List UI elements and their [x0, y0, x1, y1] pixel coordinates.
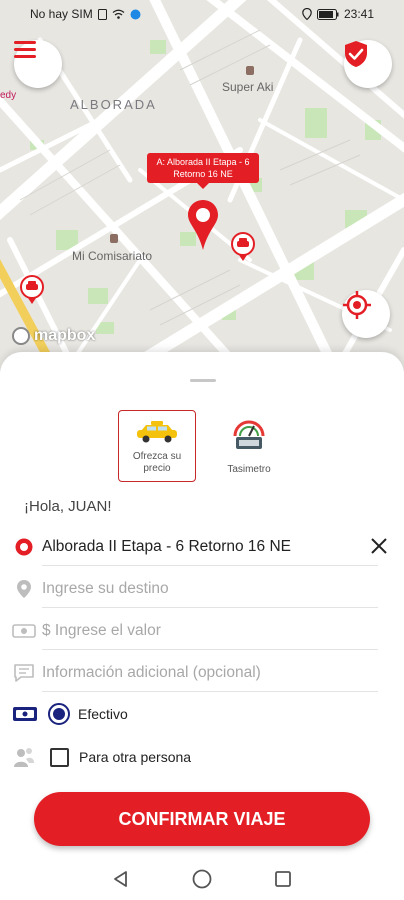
destination-row[interactable]: Ingrese su destino [12, 570, 388, 608]
service-taximeter-label: Tasimetro [227, 464, 271, 475]
money-bill-icon [12, 624, 36, 638]
cash-radio[interactable] [48, 703, 70, 725]
taxi-marker-icon[interactable] [230, 232, 256, 262]
pickup-callout: A: Alborada II Etapa - 6 Retorno 16 NE [147, 153, 259, 189]
status-bar: No hay SIM 23:41 [0, 0, 404, 28]
drag-handle[interactable] [190, 379, 216, 382]
location-icon [302, 8, 312, 20]
map-area-label: ALBORADA [70, 97, 157, 112]
menu-button[interactable] [14, 40, 62, 88]
pickup-pin-icon[interactable] [186, 198, 220, 252]
trip-request-sheet: Ofrezca su precio Tasimetro ¡Hola, JUAN!… [0, 352, 404, 900]
greeting: ¡Hola, JUAN! [24, 498, 112, 515]
taximeter-icon [233, 420, 265, 449]
carrier-label: No hay SIM [30, 7, 93, 21]
taxi-car-icon [137, 421, 177, 443]
system-navbar [0, 858, 404, 900]
police-poi-icon [110, 234, 118, 243]
hamburger-icon [14, 41, 36, 58]
map-store-label: Super Aki [222, 80, 274, 94]
my-location-button[interactable] [342, 290, 390, 338]
mapbox-logo-icon [12, 327, 30, 345]
taxi-marker-icon[interactable] [19, 275, 45, 305]
other-person-option[interactable]: Para otra persona [12, 745, 191, 769]
back-icon[interactable] [111, 869, 131, 889]
home-icon[interactable] [191, 868, 213, 890]
other-person-checkbox[interactable] [50, 747, 69, 767]
service-offer-label: Ofrezca su precio [132, 451, 182, 474]
clock: 23:41 [343, 7, 374, 21]
destination-input[interactable]: Ingrese su destino [42, 570, 378, 608]
sim-icon [97, 8, 107, 20]
battery-icon [316, 8, 339, 20]
app-notification-icon [130, 9, 141, 19]
other-person-label: Para otra persona [79, 749, 192, 765]
crosshair-icon [343, 291, 371, 319]
clear-origin-icon[interactable] [370, 537, 388, 555]
mapbox-attribution: mapbox [12, 327, 95, 345]
origin-field[interactable]: Alborada II Etapa - 6 Retorno 16 NE [42, 528, 378, 566]
price-input[interactable]: $ Ingrese el valor [42, 612, 378, 650]
service-offer-price[interactable]: Ofrezca su precio [118, 410, 196, 482]
map-edge-label: edy [0, 90, 17, 101]
security-button[interactable] [344, 40, 392, 88]
map-view[interactable]: ALBORADA Super Aki Mi Comisariato edy A:… [0, 0, 404, 372]
price-row[interactable]: $ Ingrese el valor [12, 612, 388, 650]
comment-icon [14, 664, 34, 682]
confirm-trip-button[interactable]: CONFIRMAR VIAJE [34, 792, 370, 846]
store-poi-icon [246, 66, 254, 75]
shield-check-icon [345, 41, 367, 67]
payment-cash-option[interactable]: Efectivo [12, 703, 128, 725]
recents-icon[interactable] [273, 869, 293, 889]
service-taximeter[interactable]: Tasimetro [210, 410, 288, 482]
wifi-icon [112, 9, 125, 19]
people-icon [14, 748, 34, 767]
origin-row[interactable]: Alborada II Etapa - 6 Retorno 16 NE [12, 528, 388, 566]
origin-value: Alborada II Etapa - 6 Retorno 16 NE [42, 537, 292, 555]
destination-pin-icon [17, 580, 31, 598]
map-police-label: Mi Comisariato [72, 249, 153, 263]
cash-icon [13, 707, 37, 721]
origin-dot-icon [15, 538, 33, 556]
info-input[interactable]: Información adicional (opcional) [42, 654, 378, 692]
info-row[interactable]: Información adicional (opcional) [12, 654, 388, 692]
cash-label: Efectivo [78, 706, 128, 722]
